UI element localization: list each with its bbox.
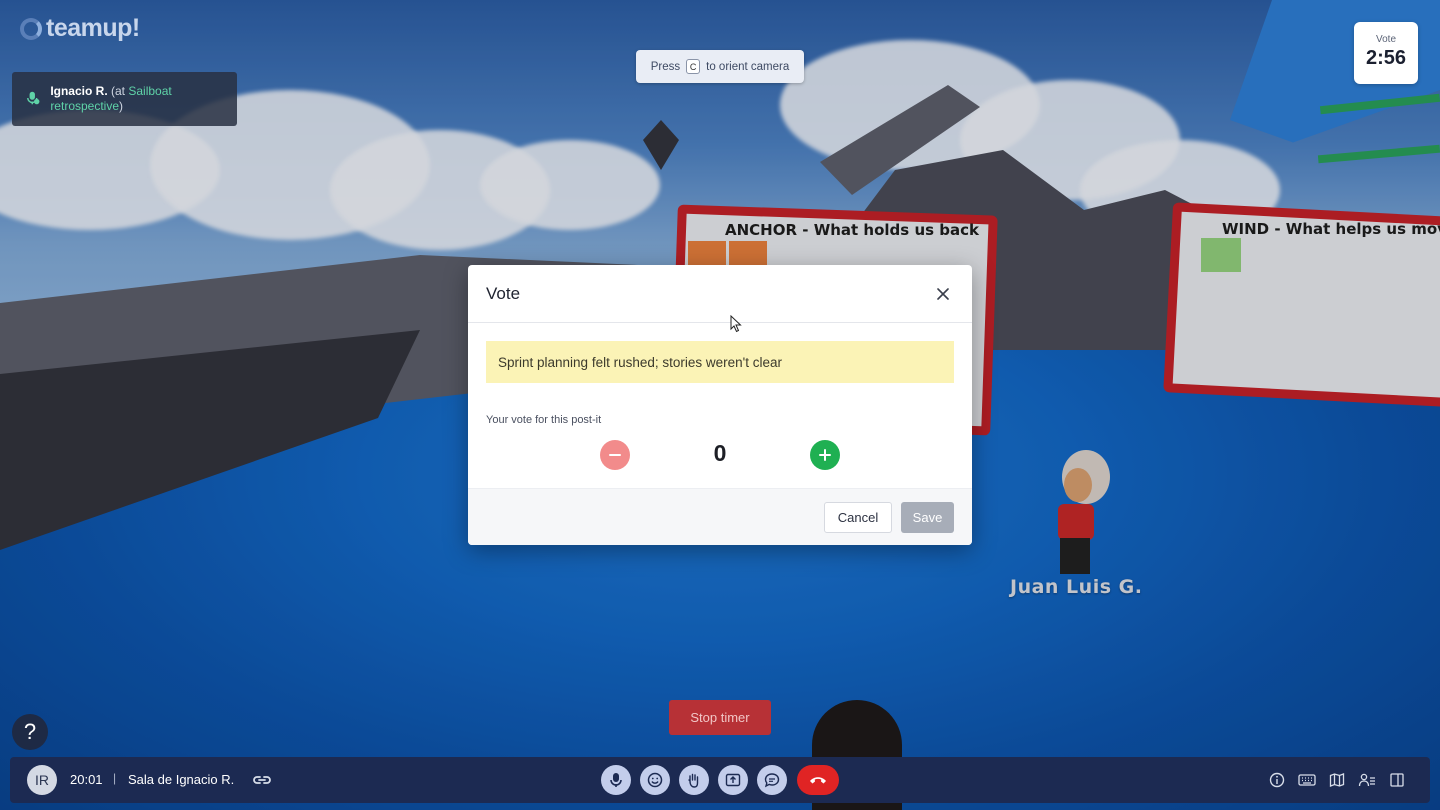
share-screen-button[interactable] bbox=[718, 765, 748, 795]
microphone-icon bbox=[610, 773, 622, 787]
close-icon bbox=[937, 287, 949, 300]
phone-hangup-icon bbox=[810, 777, 826, 784]
copy-link-icon[interactable] bbox=[252, 770, 272, 790]
vote-timer-value: 2:56 bbox=[1365, 47, 1407, 69]
info-button[interactable] bbox=[1267, 770, 1287, 790]
user-avatar[interactable]: IR bbox=[27, 765, 57, 795]
participants-icon bbox=[1358, 773, 1375, 787]
increase-vote-button[interactable] bbox=[810, 440, 840, 470]
teamup-logo: teamup! bbox=[20, 14, 140, 43]
room-name: Sala de Ignacio R. bbox=[128, 772, 235, 787]
plus-icon bbox=[819, 449, 831, 461]
close-button[interactable] bbox=[932, 283, 954, 305]
vote-timer-label: Vote bbox=[1375, 34, 1397, 45]
hang-up-button[interactable] bbox=[797, 765, 839, 795]
logo-text: teamup! bbox=[46, 14, 140, 42]
clock-time: 20:01 bbox=[70, 772, 103, 787]
keyboard-button[interactable] bbox=[1297, 770, 1317, 790]
user-at-suffix: ) bbox=[119, 99, 124, 113]
participants-button[interactable] bbox=[1357, 770, 1377, 790]
user-card-text: Ignacio R. (at Sailboat retrospective) bbox=[50, 84, 227, 114]
emoji-button[interactable] bbox=[640, 765, 670, 795]
key-c: C bbox=[686, 59, 701, 74]
side-panel-icon bbox=[1390, 773, 1404, 787]
minus-icon bbox=[609, 454, 621, 456]
logo-icon bbox=[20, 17, 42, 40]
postit-content: Sprint planning felt rushed; stories wer… bbox=[486, 341, 954, 383]
chat-button[interactable] bbox=[757, 765, 787, 795]
vote-modal: Vote Sprint planning felt rushed; storie… bbox=[468, 265, 972, 545]
map-button[interactable] bbox=[1327, 770, 1347, 790]
raise-hand-button[interactable] bbox=[679, 765, 709, 795]
vote-label: Your vote for this post-it bbox=[486, 414, 602, 426]
stop-timer-button[interactable]: Stop timer bbox=[669, 700, 771, 735]
separator: | bbox=[113, 771, 117, 785]
cancel-button[interactable]: Cancel bbox=[824, 502, 892, 533]
save-button[interactable]: Save bbox=[901, 502, 954, 533]
help-button[interactable]: ? bbox=[12, 714, 48, 750]
share-screen-icon bbox=[725, 773, 741, 787]
bottom-toolbar: IR 20:01 | Sala de Ignacio R. bbox=[10, 757, 1430, 803]
hint-prefix: Press bbox=[650, 60, 681, 73]
side-panel-button[interactable] bbox=[1387, 770, 1407, 790]
hand-icon bbox=[688, 773, 699, 788]
decrease-vote-button[interactable] bbox=[600, 440, 630, 470]
modal-footer: Cancel Save bbox=[468, 488, 972, 545]
mouse-cursor-icon bbox=[730, 315, 742, 333]
help-icon: ? bbox=[23, 719, 37, 744]
microphone-icon bbox=[27, 91, 40, 105]
user-at-prefix: (at bbox=[111, 84, 129, 98]
keyboard-icon bbox=[1298, 774, 1316, 786]
modal-header: Vote bbox=[468, 265, 972, 323]
map-icon bbox=[1329, 773, 1345, 787]
hint-suffix: to orient camera bbox=[706, 60, 790, 73]
chat-icon bbox=[764, 773, 780, 788]
vote-count: 0 bbox=[713, 440, 727, 466]
camera-hint: Press C to orient camera bbox=[636, 50, 804, 83]
vote-timer: Vote 2:56 bbox=[1354, 22, 1418, 84]
user-location-card[interactable]: Ignacio R. (at Sailboat retrospective) bbox=[12, 72, 237, 126]
modal-title: Vote bbox=[486, 283, 521, 303]
user-name: Ignacio R. bbox=[50, 84, 108, 98]
microphone-button[interactable] bbox=[601, 765, 631, 795]
smiley-icon bbox=[647, 772, 663, 788]
info-icon bbox=[1269, 772, 1285, 788]
